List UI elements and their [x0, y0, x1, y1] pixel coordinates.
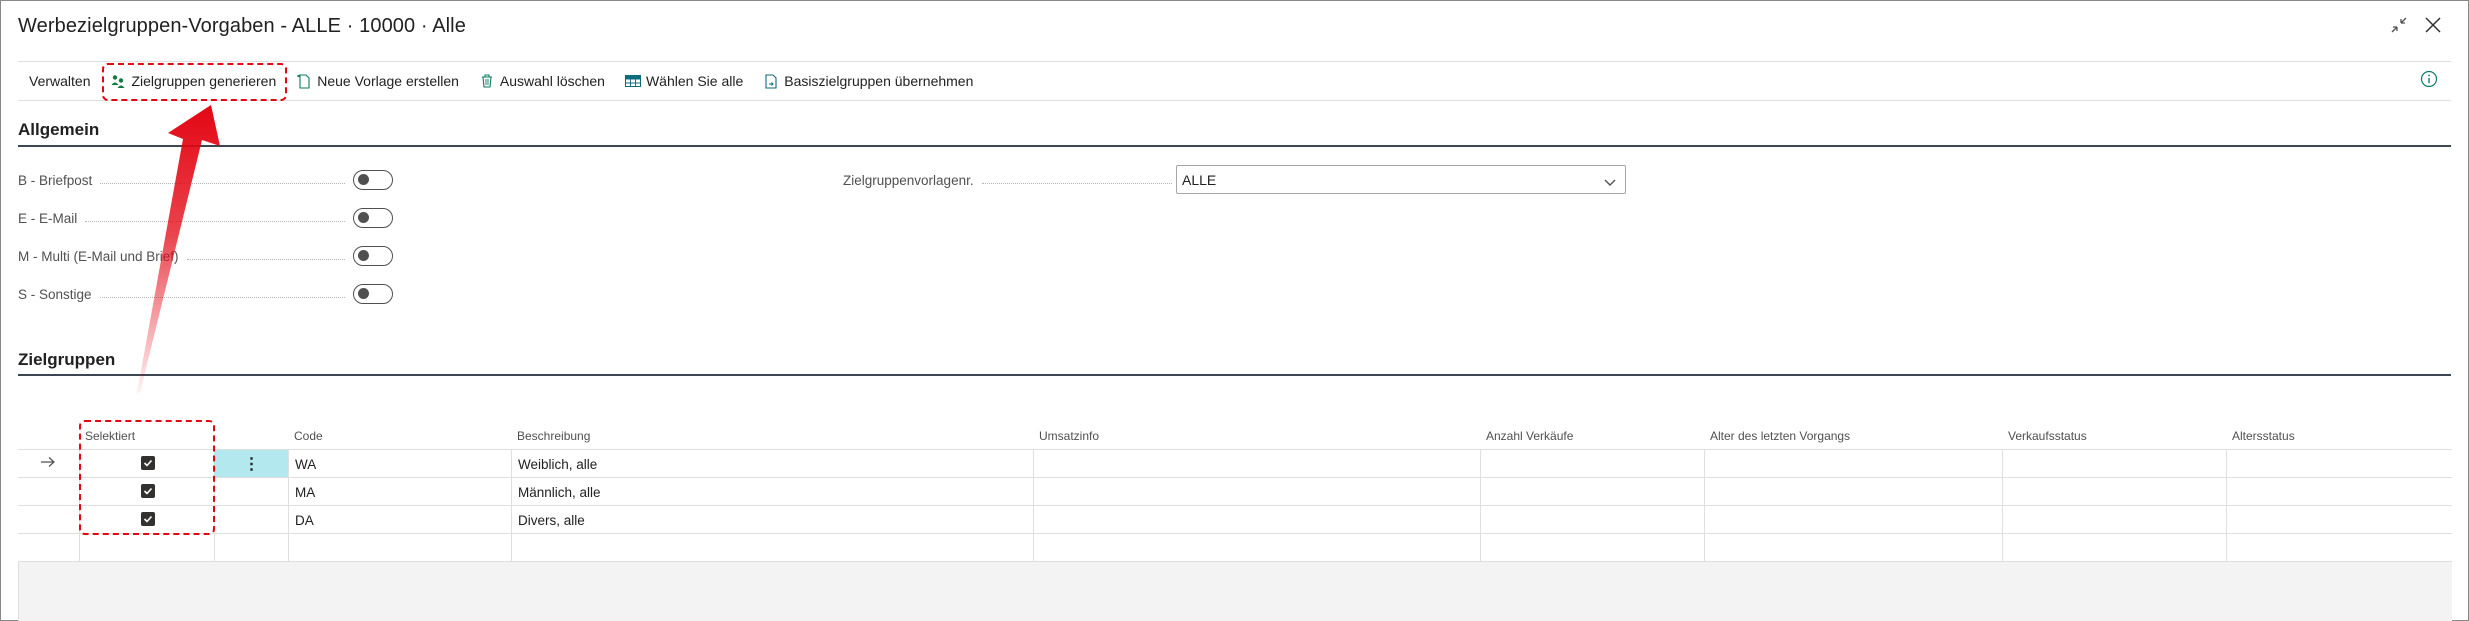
- field-zielgruppenvorlagenr: Zielgruppenvorlagenr.: [843, 168, 1180, 192]
- cell-altersstatus[interactable]: [2226, 506, 2452, 534]
- cell-alter-letzter-vorgang[interactable]: [1704, 506, 2002, 534]
- field-label: M - Multi (E-Mail und Brief): [18, 248, 179, 264]
- field-label: E - E-Mail: [18, 210, 78, 226]
- dotted-leader: [186, 258, 345, 260]
- cell-alter-letzter-vorgang[interactable]: [1704, 534, 2002, 562]
- field-sonstige: S - Sonstige: [18, 283, 393, 305]
- cell-verkaufsstatus[interactable]: [2002, 450, 2226, 478]
- toggle-briefpost[interactable]: [353, 170, 393, 190]
- cell-alter-letzter-vorgang[interactable]: [1704, 450, 2002, 478]
- select-all-grid-icon: [624, 73, 641, 89]
- cell-anzahl-verkaeufe[interactable]: [1480, 506, 1704, 534]
- action-label: Neue Vorlage erstellen: [317, 73, 459, 89]
- field-label: S - Sonstige: [18, 286, 92, 302]
- cell-beschreibung[interactable]: Männlich, alle: [511, 478, 1033, 506]
- column-header-altersstatus[interactable]: Altersstatus: [2232, 419, 2295, 449]
- cell-code[interactable]: DA: [288, 506, 511, 534]
- toggle-sonstige[interactable]: [353, 284, 393, 304]
- column-header-umsatzinfo[interactable]: Umsatzinfo: [1039, 419, 1099, 449]
- cell-verkaufsstatus[interactable]: [2002, 506, 2226, 534]
- action-basiszielgruppen-uebernehmen[interactable]: Basiszielgruppen übernehmen: [753, 65, 983, 97]
- action-label: Basiszielgruppen übernehmen: [784, 73, 974, 89]
- table-row[interactable]: DA Divers, alle: [18, 506, 2452, 534]
- cell-altersstatus[interactable]: [2226, 478, 2452, 506]
- row-menu-button[interactable]: ⋮: [214, 450, 289, 477]
- cell-umsatzinfo[interactable]: [1033, 534, 1480, 562]
- cell-verkaufsstatus[interactable]: [2002, 534, 2226, 562]
- dotted-leader: [85, 220, 345, 222]
- close-icon[interactable]: [2419, 11, 2447, 39]
- cell-menu: [214, 478, 288, 506]
- column-header-alter-letzter-vorgang[interactable]: Alter des letzten Vorgangs: [1710, 419, 1850, 449]
- dotted-leader: [981, 182, 1172, 184]
- cell-beschreibung[interactable]: Weiblich, alle: [511, 450, 1033, 478]
- info-icon[interactable]: [2420, 70, 2440, 90]
- section-rule: [18, 145, 2451, 147]
- column-header-anzahl-verkaeufe[interactable]: Anzahl Verkäufe: [1486, 419, 1573, 449]
- chevron-down-icon: [1603, 174, 1617, 190]
- cell-umsatzinfo[interactable]: [1033, 506, 1480, 534]
- cell-beschreibung[interactable]: Divers, alle: [511, 506, 1033, 534]
- action-verwalten[interactable]: Verwalten: [18, 65, 100, 97]
- action-bar-divider: [18, 100, 2451, 101]
- section-heading-allgemein: Allgemein: [18, 120, 100, 139]
- action-waehlen-sie-alle[interactable]: Wählen Sie alle: [615, 65, 753, 97]
- dotted-leader: [100, 182, 345, 184]
- cell-code[interactable]: [288, 534, 511, 562]
- document-arrow-icon: [763, 73, 779, 89]
- annotation-highlight-column: [79, 420, 215, 535]
- cell-menu: [214, 506, 288, 534]
- annotation-highlight-action: [102, 63, 287, 101]
- table-row-empty[interactable]: [18, 534, 2452, 562]
- grid-empty-area: [18, 562, 2452, 621]
- template-select-value: ALLE: [1182, 172, 1217, 188]
- cell-umsatzinfo[interactable]: [1033, 450, 1480, 478]
- trash-icon: [479, 73, 495, 89]
- cell-anzahl-verkaeufe[interactable]: [1480, 478, 1704, 506]
- action-label: Auswahl löschen: [499, 73, 605, 89]
- action-label: Wählen Sie alle: [645, 73, 744, 89]
- cell-code[interactable]: MA: [288, 478, 511, 506]
- section-rule: [18, 374, 2451, 376]
- page-title: Werbezielgruppen-Vorgaben - ALLE · 10000…: [18, 15, 466, 37]
- dotted-leader: [99, 296, 345, 298]
- column-header-code[interactable]: Code: [294, 419, 323, 449]
- template-select[interactable]: ALLE: [1176, 165, 1626, 194]
- action-auswahl-loeschen[interactable]: Auswahl löschen: [469, 65, 615, 97]
- current-row-arrow-icon: [40, 455, 56, 471]
- field-label: Zielgruppenvorlagenr.: [843, 172, 974, 188]
- table-row[interactable]: MA Männlich, alle: [18, 478, 2452, 506]
- cell-code[interactable]: WA: [288, 450, 511, 478]
- cell-beschreibung[interactable]: [511, 534, 1033, 562]
- cell-umsatzinfo[interactable]: [1033, 478, 1480, 506]
- cell-alter-letzter-vorgang[interactable]: [1704, 478, 2002, 506]
- column-header-beschreibung[interactable]: Beschreibung: [517, 419, 590, 449]
- field-email: E - E-Mail: [18, 207, 393, 229]
- field-multi: M - Multi (E-Mail und Brief): [18, 245, 393, 267]
- action-neue-vorlage[interactable]: Neue Vorlage erstellen: [286, 65, 469, 97]
- cell-menu: [214, 534, 288, 562]
- cell-anzahl-verkaeufe[interactable]: [1480, 534, 1704, 562]
- toggle-multi[interactable]: [353, 246, 393, 266]
- cell-altersstatus[interactable]: [2226, 534, 2452, 562]
- cell-altersstatus[interactable]: [2226, 450, 2452, 478]
- action-label: Verwalten: [29, 73, 91, 89]
- section-heading-zielgruppen: Zielgruppen: [18, 350, 116, 369]
- toggle-email[interactable]: [353, 208, 393, 228]
- cell-anzahl-verkaeufe[interactable]: [1480, 450, 1704, 478]
- field-label: B - Briefpost: [18, 172, 93, 188]
- new-template-icon: [296, 73, 312, 89]
- column-header-verkaufsstatus[interactable]: Verkaufsstatus: [2008, 419, 2087, 449]
- cell-selektiert[interactable]: [79, 534, 214, 562]
- field-briefpost: B - Briefpost: [18, 169, 393, 191]
- page-window: Werbezielgruppen-Vorgaben - ALLE · 10000…: [0, 0, 2469, 621]
- cell-verkaufsstatus[interactable]: [2002, 478, 2226, 506]
- table-row[interactable]: ⋮ WA Weiblich, alle: [18, 450, 2452, 478]
- title-divider: [18, 61, 2451, 62]
- collapse-arrows-icon[interactable]: [2385, 11, 2413, 39]
